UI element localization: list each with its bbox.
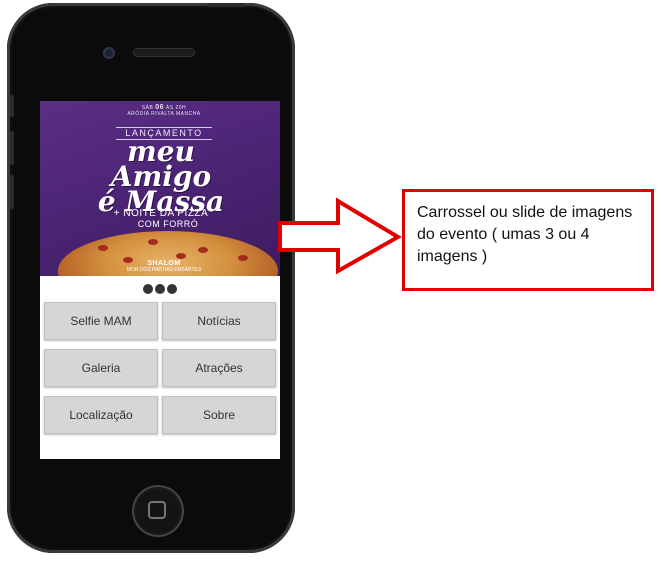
event-carousel-banner[interactable]: SÁB 06 ÀS 20H ARÓDIA RIVALTA MANCHA LANÇ… <box>40 101 280 276</box>
selfie-button[interactable]: Selfie MAM <box>44 302 158 340</box>
annotation-box: Carrossel ou slide de imagens do evento … <box>402 189 654 291</box>
right-arrow-icon <box>278 197 402 275</box>
annotation-text: Carrossel ou slide de imagens do evento … <box>417 204 633 265</box>
earpiece-speaker <box>133 48 195 57</box>
volume-up-button <box>10 131 14 165</box>
localizacao-button[interactable]: Localização <box>44 396 158 434</box>
carousel-dot[interactable] <box>155 284 165 294</box>
banner-subtitle-2: COM FORRÓ <box>137 219 199 229</box>
banner-subtitle: + NOITE DA PIZZA <box>113 208 209 219</box>
carousel-dot[interactable] <box>167 284 177 294</box>
power-button <box>207 3 245 7</box>
front-camera <box>103 47 115 59</box>
volume-down-button <box>10 175 14 209</box>
banner-title: meu Amigo é Massa <box>97 135 225 218</box>
galeria-button[interactable]: Galeria <box>44 349 158 387</box>
home-square-icon <box>148 501 166 519</box>
banner-footer: SHALOM MOR DOS PARTIAS ENSÁRTES <box>126 260 202 273</box>
carousel-indicator[interactable] <box>40 281 280 294</box>
noticias-button[interactable]: Notícias <box>162 302 276 340</box>
carousel-dot[interactable] <box>143 284 153 294</box>
sobre-button[interactable]: Sobre <box>162 396 276 434</box>
phone-screen: SÁB 06 ÀS 20H ARÓDIA RIVALTA MANCHA LANÇ… <box>40 101 280 459</box>
phone-frame: SÁB 06 ÀS 20H ARÓDIA RIVALTA MANCHA LANÇ… <box>7 3 295 553</box>
atracoes-button[interactable]: Atrações <box>162 349 276 387</box>
mute-switch <box>10 95 14 117</box>
home-button-icon[interactable] <box>132 485 184 537</box>
banner-date-info: SÁB 06 ÀS 20H ARÓDIA RIVALTA MANCHA <box>127 104 201 117</box>
